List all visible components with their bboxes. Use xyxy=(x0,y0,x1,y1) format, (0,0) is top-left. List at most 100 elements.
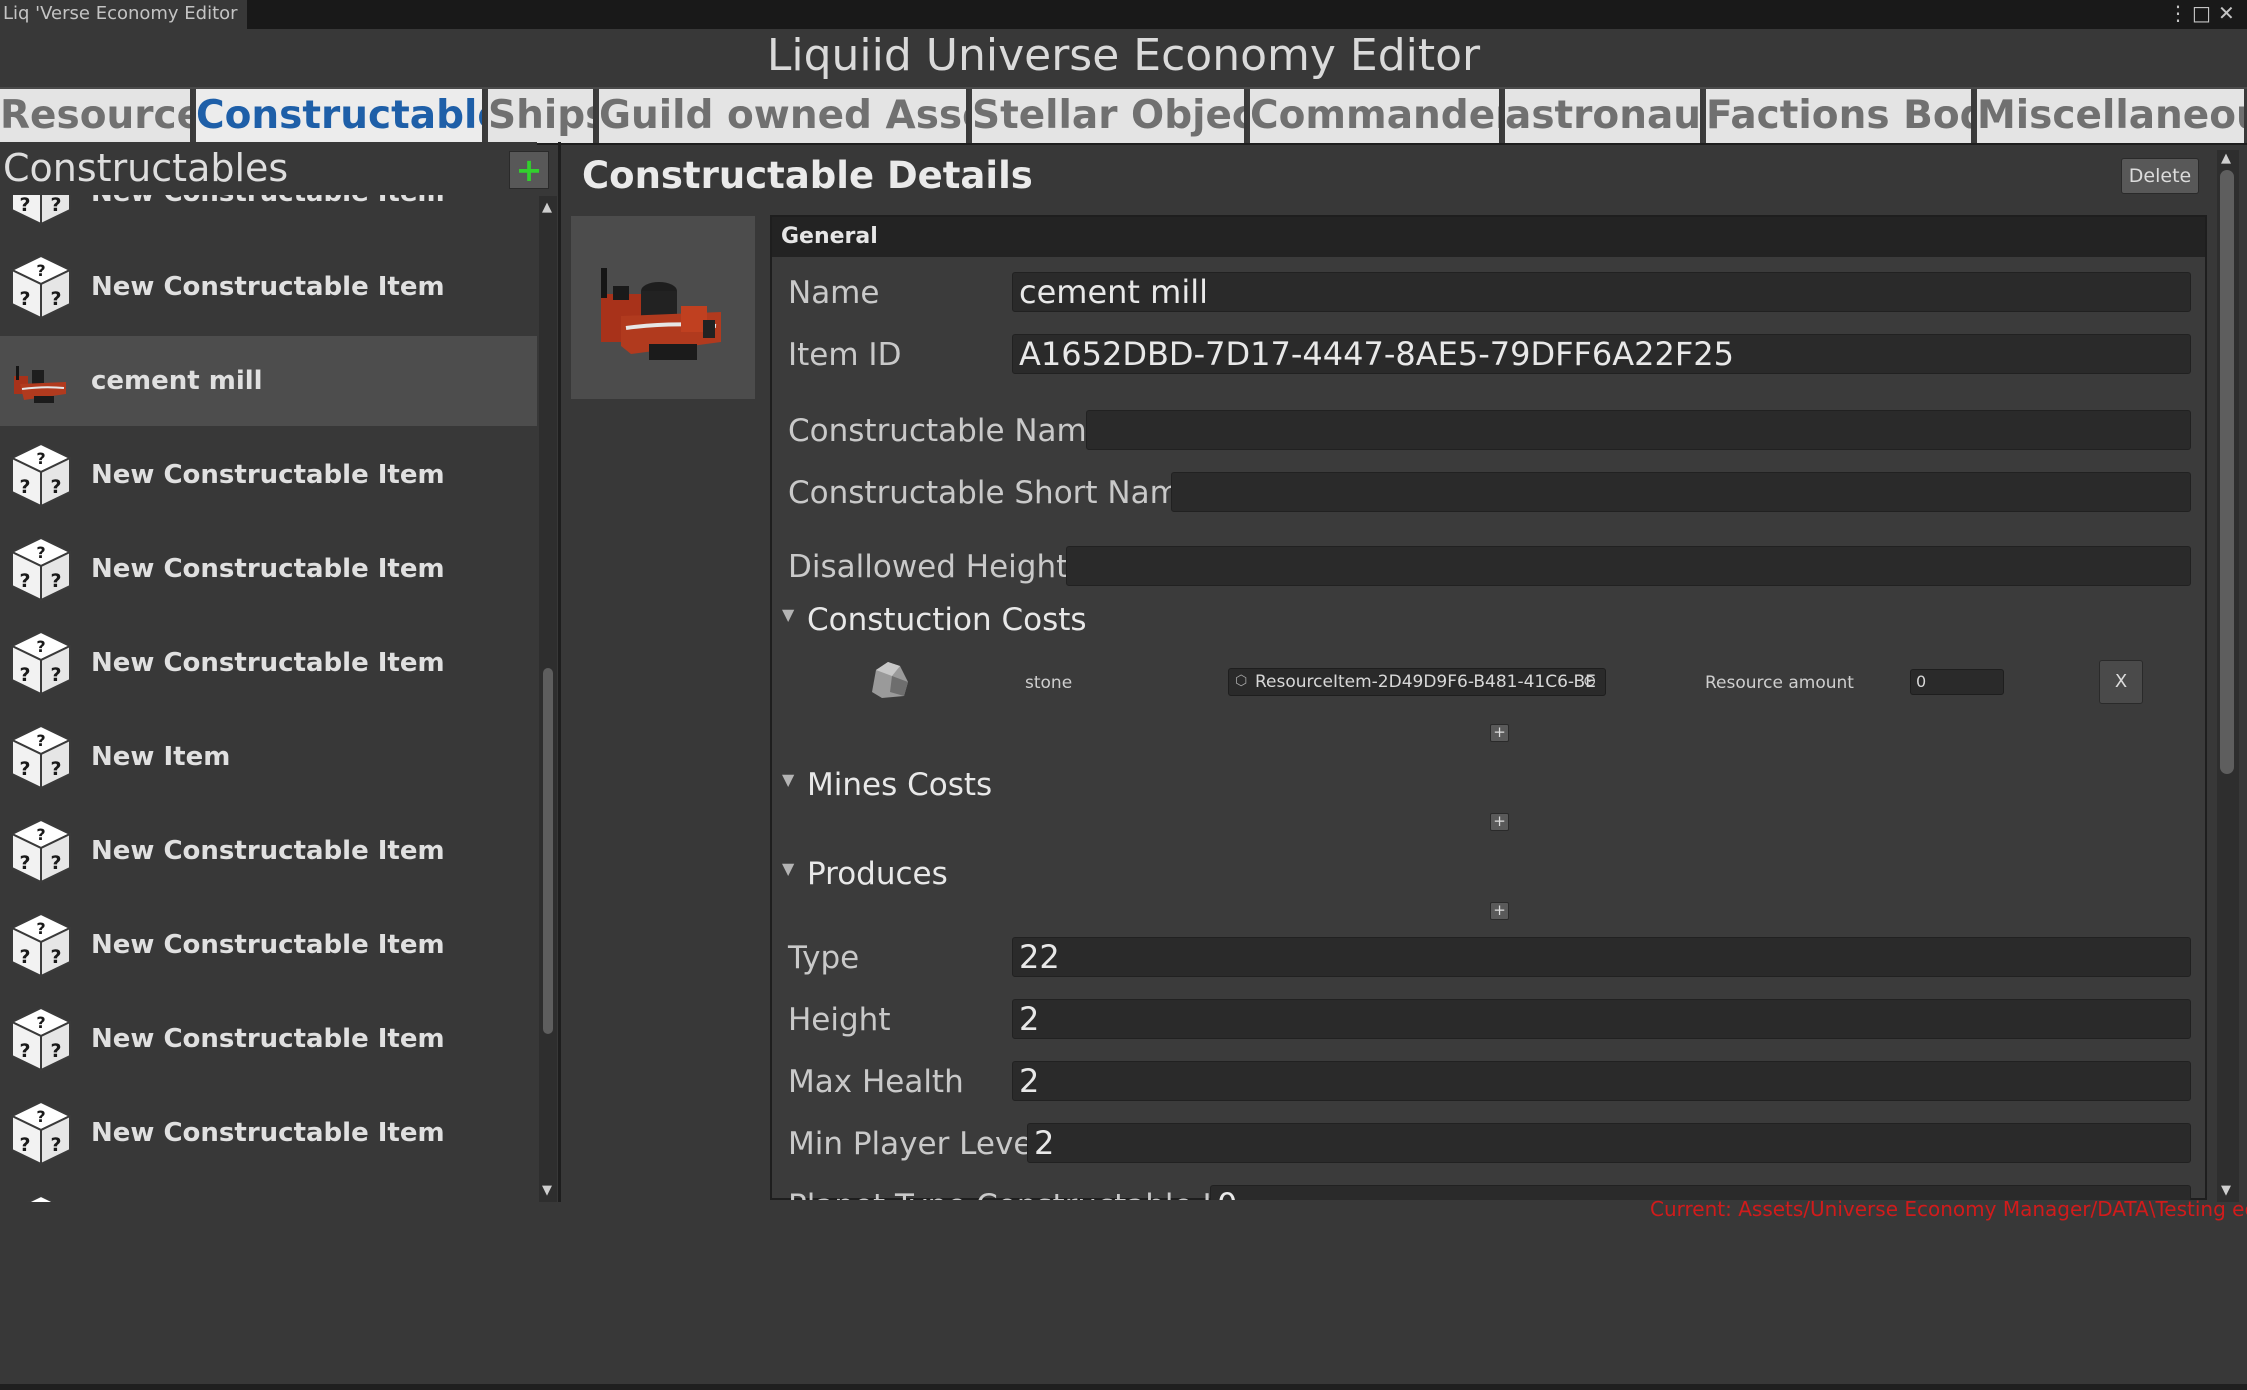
svg-text:?: ? xyxy=(50,1134,61,1156)
dice-icon: ??? xyxy=(6,816,76,886)
tab-constructables[interactable]: Constructables xyxy=(196,89,485,143)
min-player-level-field[interactable]: 2 xyxy=(1027,1123,2191,1163)
list-item[interactable]: ??? New Constructable Item xyxy=(0,994,537,1084)
list-item-label: cement mill xyxy=(91,366,263,396)
tab-ships[interactable]: Ships xyxy=(488,89,596,143)
list-item[interactable]: ??? New Constructable Item xyxy=(0,1182,537,1202)
tab-miscellaneous[interactable]: Miscellaneous xyxy=(1977,89,2247,143)
details-scrollbar-thumb[interactable] xyxy=(2220,170,2234,774)
tab-commanders[interactable]: Commanders xyxy=(1250,89,1502,143)
svg-text:?: ? xyxy=(36,1013,45,1032)
add-mines-cost-button[interactable]: + xyxy=(1490,813,1509,831)
details-scroll-down-icon[interactable]: ▼ xyxy=(2221,1183,2231,1198)
list-item[interactable]: ??? New Item xyxy=(0,712,537,802)
max-health-field[interactable]: 2 xyxy=(1012,1061,2191,1101)
panel-splitter[interactable] xyxy=(558,142,561,1202)
window-title-strip xyxy=(0,0,2247,29)
cement-mill-icon xyxy=(6,346,76,416)
resource-amount-label: Resource amount xyxy=(1705,673,1854,693)
mines-costs-fold-icon[interactable]: ▼ xyxy=(782,770,794,789)
details-scroll-up-icon[interactable]: ▲ xyxy=(2221,151,2231,166)
disallowed-heights-field[interactable] xyxy=(1066,546,2191,586)
tab-guild-owned-assets[interactable]: Guild owned Assets xyxy=(599,89,969,143)
resource-object-field[interactable]: ⬡ ResourceItem-2D49D9F6-B481-41C6-BE ⊙ xyxy=(1228,668,1606,696)
list-item-label: New Constructable Item xyxy=(91,460,445,490)
resource-amount-field[interactable]: 0 xyxy=(1910,669,2004,695)
tab-resources[interactable]: Resources xyxy=(0,89,193,143)
name-field[interactable]: cement mill xyxy=(1012,272,2191,312)
svg-text:?: ? xyxy=(19,946,30,968)
svg-text:?: ? xyxy=(36,919,45,938)
add-construction-cost-button[interactable]: + xyxy=(1490,724,1509,742)
list-item[interactable]: ??? New Constructable Item xyxy=(0,242,537,332)
svg-text:?: ? xyxy=(19,288,30,310)
type-field[interactable]: 22 xyxy=(1012,937,2191,977)
dice-icon: ??? xyxy=(6,534,76,604)
window-tab[interactable]: Liq 'Verse Economy Editor xyxy=(0,0,247,29)
svg-text:?: ? xyxy=(36,449,45,468)
maximize-icon[interactable]: □ xyxy=(2192,1,2211,25)
list-item[interactable]: ??? New Constructable Item xyxy=(0,524,537,614)
max-health-label: Max Health xyxy=(788,1064,964,1100)
dice-icon: ??? xyxy=(6,440,76,510)
window-tab-title: Liq 'Verse Economy Editor xyxy=(3,3,238,24)
list-item[interactable]: ??? New Constructable Item xyxy=(0,900,537,990)
item-id-field[interactable]: A1652DBD-7D17-4447-8AE5-79DFF6A22F25 xyxy=(1012,334,2191,374)
svg-text:?: ? xyxy=(36,731,45,750)
produces-fold-icon[interactable]: ▼ xyxy=(782,859,794,878)
produces-foldout[interactable]: Produces xyxy=(807,856,948,892)
svg-text:?: ? xyxy=(50,758,61,780)
delete-button[interactable]: Delete xyxy=(2121,158,2199,194)
svg-text:?: ? xyxy=(19,852,30,874)
height-label: Height xyxy=(788,1002,891,1038)
list-item[interactable]: ??? New Constructable Item xyxy=(0,806,537,896)
dice-icon: ??? xyxy=(6,910,76,980)
object-picker-icon[interactable]: ⊙ xyxy=(1583,671,1596,690)
construction-costs-fold-icon[interactable]: ▼ xyxy=(782,605,794,624)
list-item[interactable]: ??? New Constructable Item xyxy=(0,195,537,238)
resource-object-value: ResourceItem-2D49D9F6-B481-41C6-BE xyxy=(1255,672,1596,692)
list-item-label: New Constructable Item xyxy=(91,554,445,584)
scroll-down-arrow-icon[interactable]: ▼ xyxy=(542,1183,552,1198)
constructable-short-name-field[interactable] xyxy=(1171,472,2191,512)
constructable-name-field[interactable] xyxy=(1086,410,2191,450)
construction-costs-foldout[interactable]: Constuction Costs xyxy=(807,602,1087,638)
list-item-label: New Constructable Item xyxy=(91,1118,445,1148)
dice-icon: ??? xyxy=(6,252,76,322)
svg-text:?: ? xyxy=(19,664,30,686)
list-item[interactable]: cement mill xyxy=(0,336,537,426)
general-section-header[interactable]: General xyxy=(772,217,2205,257)
close-icon[interactable]: ✕ xyxy=(2218,1,2235,25)
svg-text:?: ? xyxy=(19,1134,30,1156)
svg-text:?: ? xyxy=(50,946,61,968)
item-preview-image xyxy=(571,216,755,399)
name-label: Name xyxy=(788,275,880,311)
list-item[interactable]: ??? New Constructable Item xyxy=(0,430,537,520)
mines-costs-foldout[interactable]: Mines Costs xyxy=(807,767,992,803)
svg-text:?: ? xyxy=(19,195,30,216)
constructable-name-label: Constructable Name xyxy=(788,413,1106,449)
remove-cost-button[interactable]: X xyxy=(2099,660,2143,704)
tab-stellar-objects[interactable]: Stellar Objects xyxy=(972,89,1247,143)
general-section-title: General xyxy=(781,224,878,249)
constructable-short-name-label: Constructable Short Name xyxy=(788,475,1199,511)
list-item-label: New Constructable Item xyxy=(91,1182,445,1202)
list-item-label: New Constructable Item xyxy=(91,272,445,302)
svg-text:?: ? xyxy=(36,261,45,280)
add-item-button[interactable]: + xyxy=(509,151,549,189)
list-item[interactable]: ??? New Constructable Item xyxy=(0,1088,537,1178)
kebab-menu-icon[interactable]: ⋮ xyxy=(2168,1,2188,25)
list-item-label: New Constructable Item xyxy=(91,195,445,238)
scroll-up-arrow-icon[interactable]: ▲ xyxy=(542,200,552,215)
add-produces-button[interactable]: + xyxy=(1490,902,1509,920)
list-scrollbar-thumb[interactable] xyxy=(543,668,553,1034)
height-field[interactable]: 2 xyxy=(1012,999,2191,1039)
tab-astronauts[interactable]: astronauts xyxy=(1505,89,1703,143)
list-item[interactable]: ??? New Constructable Item xyxy=(0,618,537,708)
svg-text:?: ? xyxy=(36,825,45,844)
disallowed-heights-label: Disallowed Heights xyxy=(788,549,1085,585)
list-item-label: New Constructable Item xyxy=(91,836,445,866)
list-item-label: New Item xyxy=(91,742,231,772)
tab-factions-body[interactable]: Factions Body xyxy=(1706,89,1974,143)
dice-icon: ??? xyxy=(6,1098,76,1168)
